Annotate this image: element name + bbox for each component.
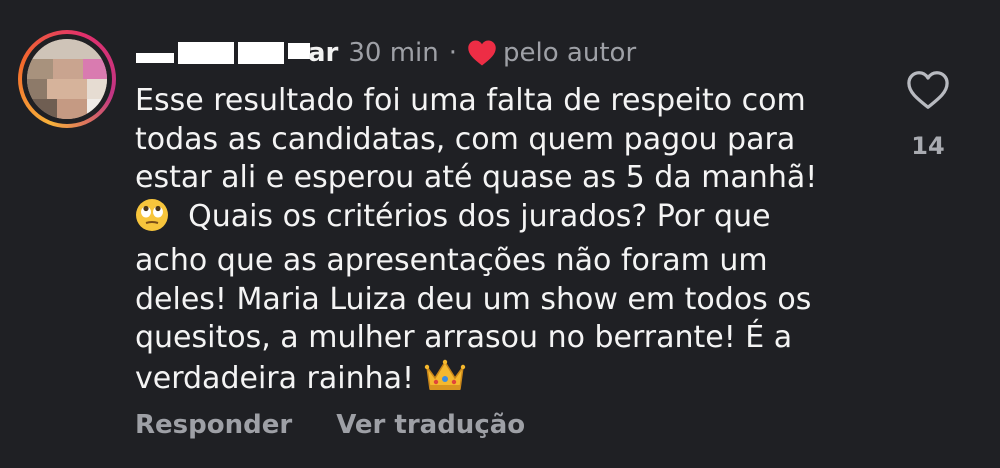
comment-line-5: acho que as apresentações não foram um (135, 243, 768, 278)
comment-line-4: Quais os critérios dos jurados? Por que (188, 198, 771, 234)
comment-time: 30 min (348, 38, 439, 68)
like-column: 14 (903, 70, 953, 160)
crown-emoji-icon (424, 358, 466, 405)
comment-meta: ar 30 min · pelo autor (136, 36, 636, 70)
liked-by-author-heart-icon (467, 39, 497, 67)
comment-line-8: verdadeira rainha! (135, 360, 415, 396)
reply-button[interactable]: Responder (135, 410, 292, 440)
eye-roll-emoji-icon (135, 198, 169, 243)
see-translation-button[interactable]: Ver tradução (336, 410, 525, 440)
comment: ar 30 min · pelo autor Esse resultado fo… (0, 0, 1000, 468)
comment-line-2: todas as candidatas, com quem pagou para (135, 121, 796, 157)
comment-actions: Responder Ver tradução (135, 410, 569, 440)
like-count: 14 (911, 132, 945, 160)
comment-line-6: deles! Maria Luiza deu um show em todos … (135, 281, 812, 317)
avatar-story-ring[interactable] (18, 30, 116, 128)
meta-separator: · (448, 38, 458, 68)
username[interactable]: ar (308, 36, 338, 70)
comment-text: Esse resultado foi uma falta de respeito… (135, 82, 875, 404)
avatar[interactable] (27, 39, 107, 119)
comment-line-3: estar ali e esperou até quase as 5 da ma… (135, 160, 818, 195)
comment-line-7: quesitos, a mulher arrasou no berrante! … (135, 320, 793, 355)
liked-by-author-label: pelo autor (503, 38, 637, 68)
comment-line-1: Esse resultado foi uma falta de respeito… (135, 83, 806, 118)
like-heart-icon[interactable] (903, 70, 953, 110)
